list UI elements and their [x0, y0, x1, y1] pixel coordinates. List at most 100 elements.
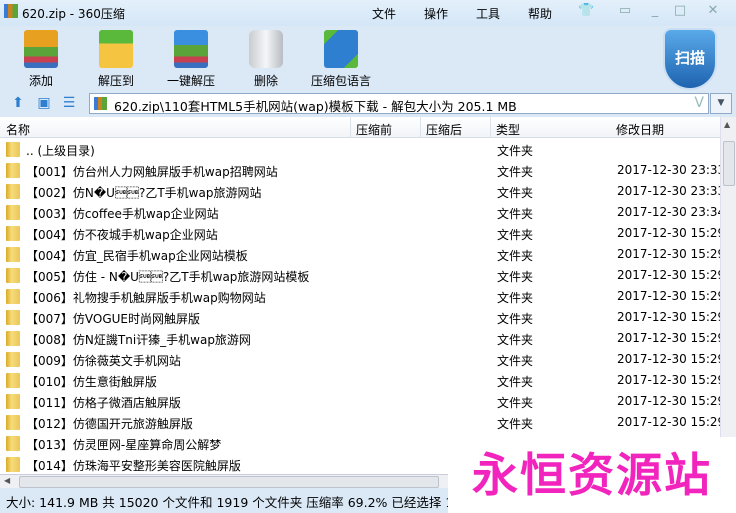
list-item[interactable]: 【005】仿住 - N�U?乙T手机wap旅游网站模板 文件夹 2017-12-… — [0, 265, 725, 286]
list-item[interactable]: 【010】仿生意街触屏版 文件夹 2017-12-30 15:29 — [0, 370, 725, 391]
title-bar: 620.zip - 360压缩 文件 操作 工具 帮助 👕 ▭ _ □ ✕ — [0, 0, 736, 26]
list-item[interactable]: 【007】仿VOGUE时尚网触屏版 文件夹 2017-12-30 15:29 — [0, 307, 725, 328]
one-click-extract-button[interactable]: 一键解压 — [156, 30, 226, 89]
col-type[interactable]: 类型 — [496, 121, 520, 138]
file-list: 名称 压缩前 压缩后 类型 修改日期 .. (上级目录) 文件夹 【001】仿台州人… — [0, 117, 736, 474]
skin-shirt-icon[interactable]: 👕 — [578, 3, 594, 19]
col-packed[interactable]: 压缩后 — [426, 121, 462, 138]
list-item[interactable]: 【006】礼物搜手机触屏版手机wap购物网站 文件夹 2017-12-30 15:2… — [0, 286, 725, 307]
item-name: 【002】仿N�U?乙T手机wap旅游网站 — [26, 186, 262, 200]
folder-icon — [6, 163, 20, 178]
menu-file[interactable]: 文件 — [372, 5, 396, 22]
item-name: 【012】仿德国开元旅游触屏版 — [26, 417, 193, 431]
list-item[interactable]: 【011】仿格子微酒店触屏版 文件夹 2017-12-30 15:29 — [0, 391, 725, 412]
column-header: 名称 压缩前 压缩后 类型 修改日期 — [0, 117, 720, 138]
col-date[interactable]: 修改日期 — [616, 121, 664, 138]
item-name: 【001】仿台州人力网触屏版手机wap招聘网站 — [26, 165, 278, 179]
toolbar: 添加 解压到 一键解压 删除 压缩包语言 — [0, 26, 736, 90]
item-name: 【004】仿宜_民宿手机wap企业网站模板 — [26, 249, 248, 263]
vertical-scrollbar[interactable]: ▲ — [720, 117, 736, 474]
archive-language-button[interactable]: 压缩包语言 — [306, 30, 376, 89]
item-date: 2017-12-30 23:33 — [617, 163, 726, 177]
add-archive-icon — [24, 30, 58, 68]
item-name: 【004】仿不夜城手机wap企业网站 — [26, 228, 218, 242]
item-type: 文件夹 — [497, 417, 534, 431]
list-item[interactable]: 【001】仿台州人力网触屏版手机wap招聘网站 文件夹 2017-12-30 23:… — [0, 160, 725, 181]
list-item[interactable]: 【009】仿徐薇英文手机网站 文件夹 2017-12-30 15:29 — [0, 349, 725, 370]
up-arrow-icon[interactable]: ⬆ — [10, 95, 26, 111]
item-type: 文件夹 — [497, 312, 534, 326]
menu-help[interactable]: 帮助 — [528, 5, 552, 22]
extract-to-icon — [99, 30, 133, 68]
item-type: 文件夹 — [497, 270, 534, 284]
menu-operation[interactable]: 操作 — [424, 5, 448, 22]
item-name: 【013】仿灵匣网-星座算命周公解梦 — [26, 438, 222, 452]
item-date: 2017-12-30 15:29 — [617, 415, 726, 429]
address-bar[interactable]: 620.zip\110套HTML5手机网站(wap)模板下载 - 解包大小为 2… — [89, 93, 709, 114]
item-name: 【010】仿生意街触屏版 — [26, 375, 157, 389]
one-click-extract-icon — [174, 30, 208, 68]
item-name: 【008】仿N炡譏Tni讦獉_手机wap旅游网 — [26, 333, 251, 347]
item-type: 文件夹 — [497, 249, 534, 263]
item-type: 文件夹 — [497, 333, 534, 347]
horizontal-scrollbar[interactable]: ◀ — [0, 474, 448, 488]
list-item[interactable]: 【008】仿N炡譏Tni讦獉_手机wap旅游网 文件夹 2017-12-30 15:… — [0, 328, 725, 349]
item-type: 文件夹 — [497, 165, 534, 179]
delete-trash-icon — [249, 30, 283, 68]
item-date: 2017-12-30 15:29 — [617, 331, 726, 345]
list-item[interactable]: 【002】仿N�U?乙T手机wap旅游网站 文件夹 2017-12-30 23:… — [0, 181, 725, 202]
col-name[interactable]: 名称 — [6, 121, 30, 138]
folder-icon — [6, 142, 20, 157]
item-date: 2017-12-30 23:33 — [617, 184, 726, 198]
address-row: ⬆ ▣ ☰ 620.zip\110套HTML5手机网站(wap)模板下载 - 解… — [0, 91, 736, 116]
list-item[interactable]: 【003】仿coffee手机wap企业网站 文件夹 2017-12-30 23:34 — [0, 202, 725, 223]
archive-language-icon — [324, 30, 358, 68]
folder-icon — [6, 184, 20, 199]
folder-icon — [6, 310, 20, 325]
minimize-button[interactable]: _ — [647, 3, 663, 19]
view-list-icon[interactable]: ☰ — [61, 95, 77, 111]
item-date: 2017-12-30 15:29 — [617, 310, 726, 324]
item-date: 2017-12-30 15:29 — [617, 373, 726, 387]
item-date: 2017-12-30 23:34 — [617, 205, 726, 219]
item-name: 【009】仿徐薇英文手机网站 — [26, 354, 181, 368]
folder-icon — [6, 373, 20, 388]
list-item[interactable]: 【012】仿德国开元旅游触屏版 文件夹 2017-12-30 15:29 — [0, 412, 725, 433]
item-type: 文件夹 — [497, 186, 534, 200]
folder-icon — [6, 247, 20, 262]
add-button[interactable]: 添加 — [6, 30, 76, 89]
item-name: 【007】仿VOGUE时尚网触屏版 — [26, 312, 201, 326]
item-type: 文件夹 — [497, 396, 534, 410]
folder-icon — [6, 436, 20, 451]
delete-button[interactable]: 删除 — [231, 30, 301, 89]
item-type: 文件夹 — [497, 291, 534, 305]
list-item[interactable]: .. (上级目录) 文件夹 — [0, 139, 720, 160]
item-date: 2017-12-30 15:29 — [617, 268, 726, 282]
menu-tools[interactable]: 工具 — [476, 5, 500, 22]
window-title: 620.zip - 360压缩 — [22, 7, 125, 21]
folder-icon — [6, 415, 20, 430]
folder-icon — [6, 268, 20, 283]
item-date: 2017-12-30 15:29 — [617, 394, 726, 408]
folder-icon — [6, 457, 20, 472]
close-button[interactable]: ✕ — [705, 3, 721, 19]
folder-icon — [6, 289, 20, 304]
item-date: 2017-12-30 15:29 — [617, 289, 726, 303]
folder-icon — [6, 394, 20, 409]
folder-icon — [6, 352, 20, 367]
col-size[interactable]: 压缩前 — [356, 121, 392, 138]
maximize-button[interactable]: □ — [672, 3, 688, 19]
scan-button[interactable]: 扫描 — [663, 28, 717, 90]
view-thumbnail-icon[interactable]: ▣ — [36, 95, 52, 111]
item-type: 文件夹 — [497, 354, 534, 368]
item-date: 2017-12-30 15:29 — [617, 226, 726, 240]
extract-to-button[interactable]: 解压到 — [81, 30, 151, 89]
list-item[interactable]: 【004】仿不夜城手机wap企业网站 文件夹 2017-12-30 15:29 — [0, 223, 725, 244]
list-item[interactable]: 【004】仿宜_民宿手机wap企业网站模板 文件夹 2017-12-30 15:29 — [0, 244, 725, 265]
feedback-icon[interactable]: ▭ — [617, 3, 633, 19]
item-type: 文件夹 — [497, 144, 534, 158]
address-path: 620.zip\110套HTML5手机网站(wap)模板下载 - 解包大小为 2… — [114, 99, 517, 114]
address-dropdown-button[interactable]: ▼ — [710, 93, 732, 114]
folder-icon — [6, 205, 20, 220]
zip-icon — [94, 97, 107, 110]
